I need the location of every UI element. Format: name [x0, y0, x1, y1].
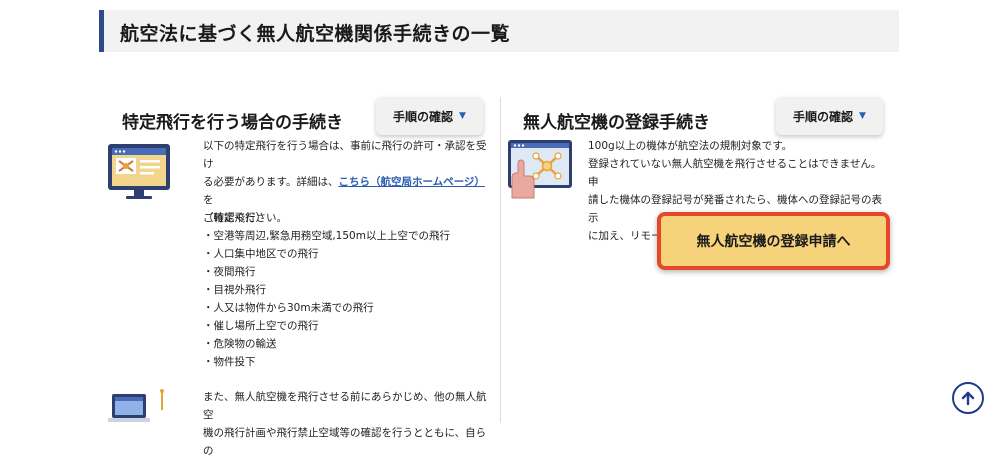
left-step-confirm-button[interactable]: 手順の確認 ▼: [376, 97, 483, 135]
column-divider: [500, 97, 501, 423]
left-more-line-2: 機の飛行計画や飛行禁止空域等の確認を行うとともに、自らの: [203, 427, 487, 457]
list-item: ・人又は物件から30m未満での飛行: [203, 302, 374, 314]
left-intro-line-2-end: を: [203, 194, 214, 206]
left-intro-line-1: 以下の特定飛行を行う場合は、事前に飛行の許可・承認を受け: [203, 140, 487, 170]
list-item: ・危険物の輸送: [203, 338, 277, 350]
left-step-confirm-label: 手順の確認: [393, 109, 454, 124]
list-item: ・物件投下: [203, 356, 256, 368]
arrow-up-icon: [961, 391, 975, 406]
right-line-1: 100g以上の機体が航空法の規制対象です。: [588, 140, 793, 152]
right-line-2: 登録されていない無人航空機を飛行させることはできません。申: [588, 158, 882, 188]
right-step-confirm-button[interactable]: 手順の確認 ▼: [776, 97, 883, 135]
right-section-title: 無人航空機の登録手続き: [523, 113, 710, 133]
caret-down-icon: ▼: [859, 111, 866, 121]
left-intro-line-2: る必要があります。詳細は、: [203, 176, 339, 188]
specific-flight-heading: （特定飛行）: [203, 212, 266, 224]
left-more-text: また、無人航空機を飛行させる前にあらかじめ、他の無人航空 機の飛行計画や飛行禁止…: [203, 388, 493, 460]
left-more-line-1: また、無人航空機を飛行させる前にあらかじめ、他の無人航空: [203, 391, 487, 421]
list-item: ・目視外飛行: [203, 284, 266, 296]
list-item: ・夜間飛行: [203, 266, 256, 278]
arrow-up-circle-icon[interactable]: [952, 382, 984, 414]
specific-flight-list: （特定飛行） ・空港等周辺,緊急用務空域,150m以上上空での飛行 ・人口集中地…: [203, 209, 493, 371]
browser-drone-touch-illustration: [508, 140, 572, 199]
list-item: ・催し場所上空での飛行: [203, 320, 319, 332]
list-item: ・空港等周辺,緊急用務空域,150m以上上空での飛行: [203, 230, 450, 242]
list-item: ・人口集中地区での飛行: [203, 248, 319, 260]
monitor-drone-illustration: [108, 144, 170, 199]
page-title: 航空法に基づく無人航空機関係手続きの一覧: [120, 23, 511, 45]
laptop-illustration: [108, 389, 164, 422]
caret-down-icon: ▼: [459, 111, 466, 121]
right-step-confirm-label: 手順の確認: [793, 109, 854, 124]
drone-registration-button[interactable]: 無人航空機の登録申請へ: [657, 212, 890, 270]
aviation-bureau-link[interactable]: こちら（航空局ホームページ）: [338, 176, 484, 188]
page-title-bar: 航空法に基づく無人航空機関係手続きの一覧: [99, 10, 899, 52]
left-section-title: 特定飛行を行う場合の手続き: [122, 113, 343, 133]
